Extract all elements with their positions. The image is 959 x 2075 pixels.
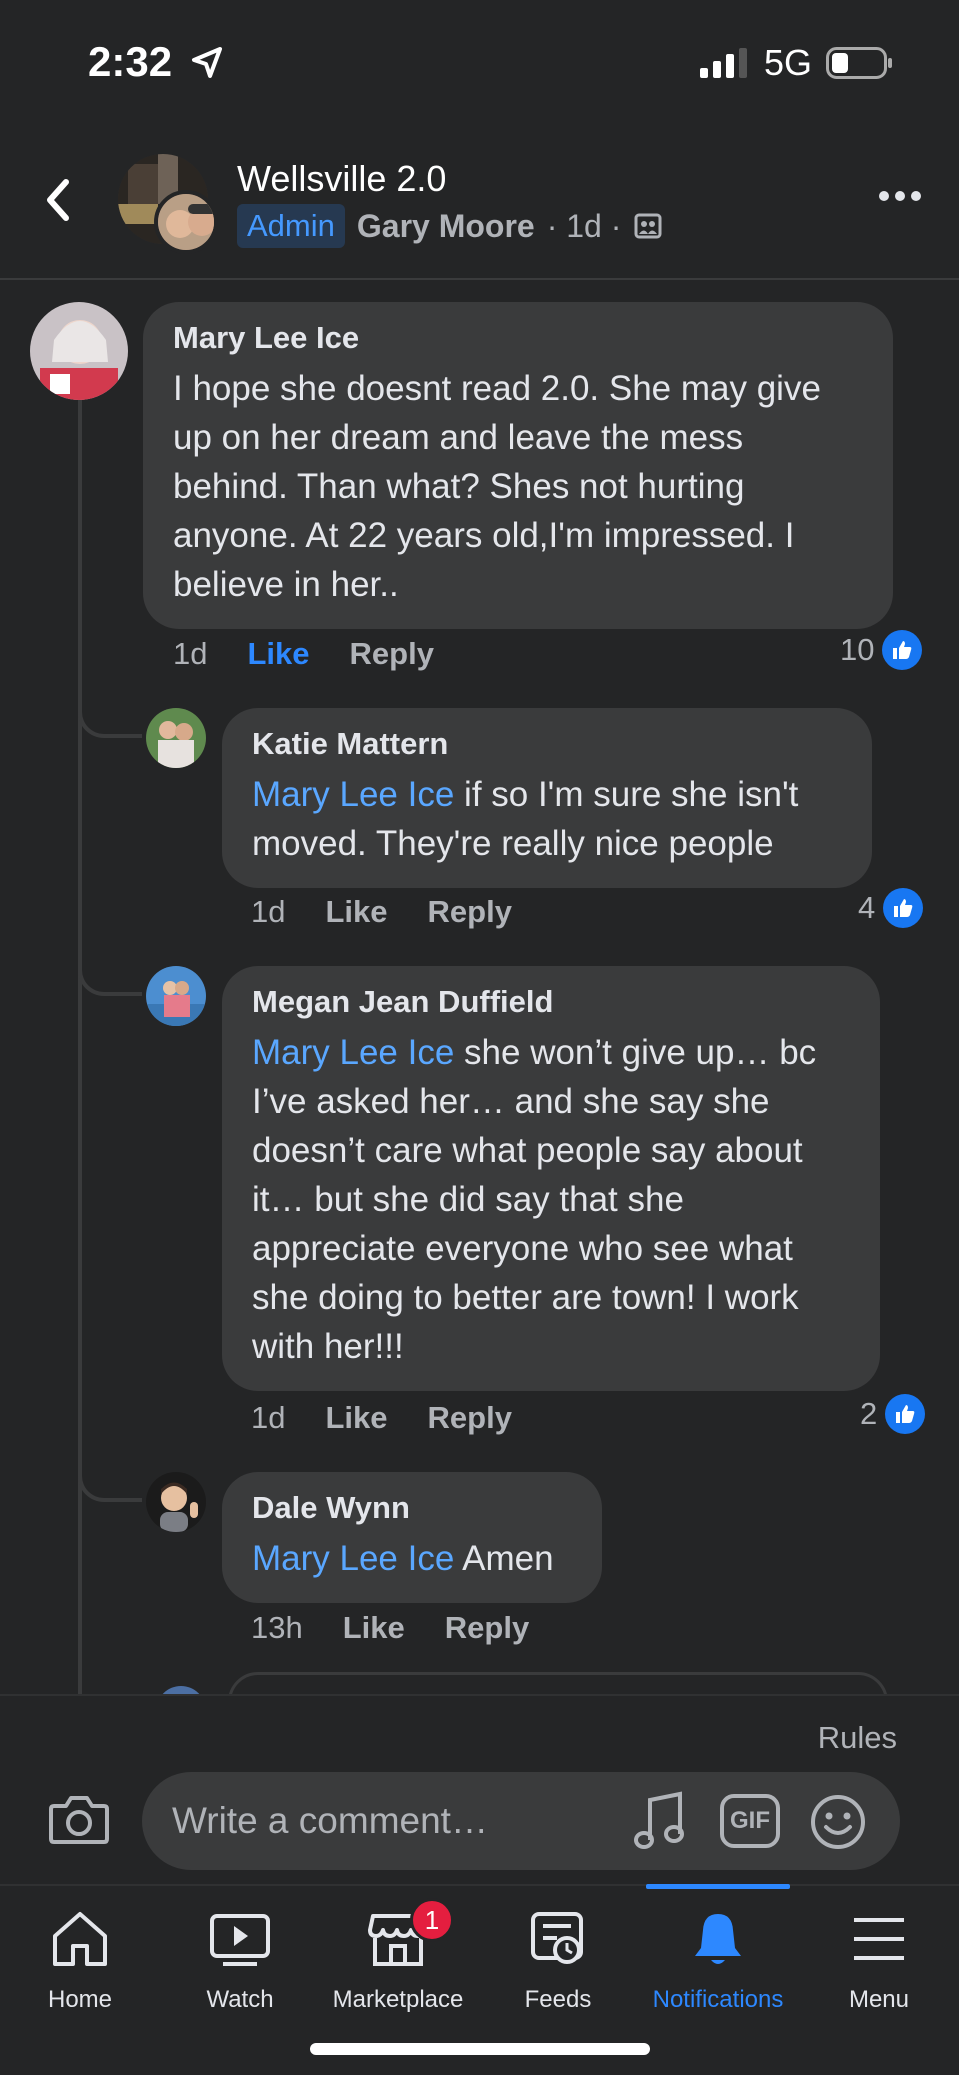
tab-label: Notifications bbox=[652, 1986, 784, 2013]
avatar[interactable] bbox=[146, 708, 206, 768]
reaction-count[interactable]: 10 bbox=[840, 630, 923, 670]
camera-icon[interactable] bbox=[48, 1792, 110, 1846]
tab-label: Marketplace bbox=[332, 1986, 464, 2013]
home-icon bbox=[53, 1912, 107, 1966]
tab-label: Feeds bbox=[524, 1986, 592, 2013]
menu-icon bbox=[854, 1918, 904, 1960]
group-privacy-icon bbox=[634, 213, 662, 239]
comment-input[interactable]: Write a comment… GIF bbox=[142, 1772, 900, 1870]
like-button[interactable]: Like bbox=[325, 1400, 387, 1436]
back-arrow-icon[interactable] bbox=[38, 170, 78, 230]
tab-label: Watch bbox=[206, 1986, 274, 2013]
reply-button[interactable]: Reply bbox=[428, 894, 512, 930]
tab-label: Home bbox=[47, 1986, 113, 2013]
tab-marketplace[interactable]: 1 Marketplace bbox=[318, 1886, 478, 2016]
avatar[interactable] bbox=[146, 1472, 206, 1532]
thumbs-up-icon bbox=[883, 888, 924, 928]
post-age: · 1d · bbox=[546, 207, 622, 244]
avatar[interactable] bbox=[30, 302, 128, 400]
thread-connector bbox=[78, 698, 142, 738]
comment-text: Mary Lee Ice Amen bbox=[252, 1534, 572, 1583]
watch-icon bbox=[210, 1914, 270, 1966]
avatar[interactable] bbox=[146, 966, 206, 1026]
mention-link[interactable]: Mary Lee Ice bbox=[252, 1033, 454, 1072]
comment-bubble: Katie Mattern Mary Lee Ice if so I'm sur… bbox=[222, 708, 872, 888]
network-label: 5G bbox=[764, 42, 813, 83]
signal-icon bbox=[700, 48, 747, 78]
tab-label: Menu bbox=[848, 1986, 910, 2013]
active-tab-indicator bbox=[646, 1884, 790, 1889]
mention-link[interactable]: Mary Lee Ice bbox=[252, 775, 454, 814]
comment-text: I hope she doesnt read 2.0. She may give… bbox=[173, 369, 821, 604]
like-button[interactable]: Like bbox=[343, 1610, 405, 1646]
comment-time: 13h bbox=[251, 1610, 303, 1645]
post-meta: Admin Gary Moore · 1d · bbox=[237, 204, 663, 248]
group-name[interactable]: Wellsville 2.0 bbox=[237, 158, 446, 200]
comment-bubble: Mary Lee Ice I hope she doesnt read 2.0.… bbox=[143, 302, 893, 629]
comment-author[interactable]: Katie Mattern bbox=[252, 726, 842, 762]
comment-time: 1d bbox=[251, 894, 286, 929]
post-header: Wellsville 2.0 Admin Gary Moore · 1d · bbox=[0, 140, 959, 280]
reply-button[interactable]: Reply bbox=[350, 636, 434, 672]
comment-text-body: she won’t give up… bc I’ve asked her… an… bbox=[252, 1033, 817, 1366]
mention-link[interactable]: Mary Lee Ice bbox=[252, 1539, 454, 1578]
tab-watch[interactable]: Watch bbox=[160, 1886, 320, 2016]
tab-home[interactable]: Home bbox=[0, 1886, 160, 2016]
comment-actions: 1d Like Reply bbox=[251, 1400, 512, 1436]
more-options-icon[interactable] bbox=[878, 188, 922, 204]
reaction-number: 4 bbox=[858, 890, 876, 925]
comment-author[interactable]: Mary Lee Ice bbox=[173, 320, 863, 356]
thumbs-up-icon bbox=[885, 1394, 926, 1434]
thumbs-up-icon bbox=[882, 630, 923, 670]
poster-name[interactable]: Gary Moore bbox=[357, 208, 535, 245]
location-arrow-icon bbox=[192, 47, 222, 78]
comment-author[interactable]: Megan Jean Duffield bbox=[252, 984, 850, 1020]
reaction-number: 10 bbox=[840, 632, 875, 667]
tab-feeds[interactable]: Feeds bbox=[478, 1886, 638, 2016]
bell-icon bbox=[695, 1914, 741, 1964]
thread-connector bbox=[78, 1462, 142, 1502]
comment-actions: 1d Like Reply bbox=[251, 894, 512, 930]
reply-button[interactable]: Reply bbox=[428, 1400, 512, 1436]
home-indicator bbox=[310, 2043, 650, 2055]
tab-notifications[interactable]: Notifications bbox=[638, 1884, 798, 2016]
thread-line bbox=[78, 398, 82, 1698]
comment-text: Mary Lee Ice she won’t give up… bc I’ve … bbox=[252, 1028, 850, 1371]
comment-bubble: Dale Wynn Mary Lee Ice Amen bbox=[222, 1472, 602, 1603]
notification-badge: 1 bbox=[410, 1898, 454, 1942]
thread-connector bbox=[78, 956, 142, 996]
comment-time: 1d bbox=[251, 1400, 286, 1435]
comment-author[interactable]: Dale Wynn bbox=[252, 1490, 572, 1526]
gif-icon[interactable]: GIF bbox=[720, 1794, 780, 1848]
feeds-icon bbox=[531, 1912, 583, 1964]
like-button[interactable]: Like bbox=[247, 636, 309, 672]
admin-badge: Admin bbox=[237, 204, 345, 248]
reply-button[interactable]: Reply bbox=[445, 1610, 529, 1646]
status-time: 2:32 bbox=[88, 38, 173, 85]
poster-avatar[interactable] bbox=[154, 190, 218, 254]
like-button[interactable]: Like bbox=[325, 894, 387, 930]
comment-bubble: Megan Jean Duffield Mary Lee Ice she won… bbox=[222, 966, 880, 1391]
reaction-number: 2 bbox=[860, 1396, 878, 1431]
comment-placeholder: Write a comment… bbox=[172, 1800, 488, 1841]
comment-actions: 1d Like Reply bbox=[173, 636, 434, 672]
comment-composer: Rules Write a comment… GIF bbox=[0, 1694, 959, 1884]
comment-text-body: Amen bbox=[454, 1539, 554, 1578]
reaction-count[interactable]: 2 bbox=[860, 1394, 926, 1434]
battery-icon bbox=[826, 47, 892, 79]
status-bar: 2:32 5G bbox=[0, 0, 959, 120]
emoji-icon[interactable] bbox=[810, 1794, 866, 1850]
music-icon[interactable] bbox=[632, 1790, 688, 1852]
comment-actions: 13h Like Reply bbox=[251, 1610, 529, 1646]
reaction-count[interactable]: 4 bbox=[858, 888, 924, 928]
tab-menu[interactable]: Menu bbox=[799, 1886, 959, 2016]
rules-link[interactable]: Rules bbox=[818, 1720, 897, 1756]
comment-text: Mary Lee Ice if so I'm sure she isn't mo… bbox=[252, 770, 842, 868]
comment-time: 1d bbox=[173, 636, 208, 671]
